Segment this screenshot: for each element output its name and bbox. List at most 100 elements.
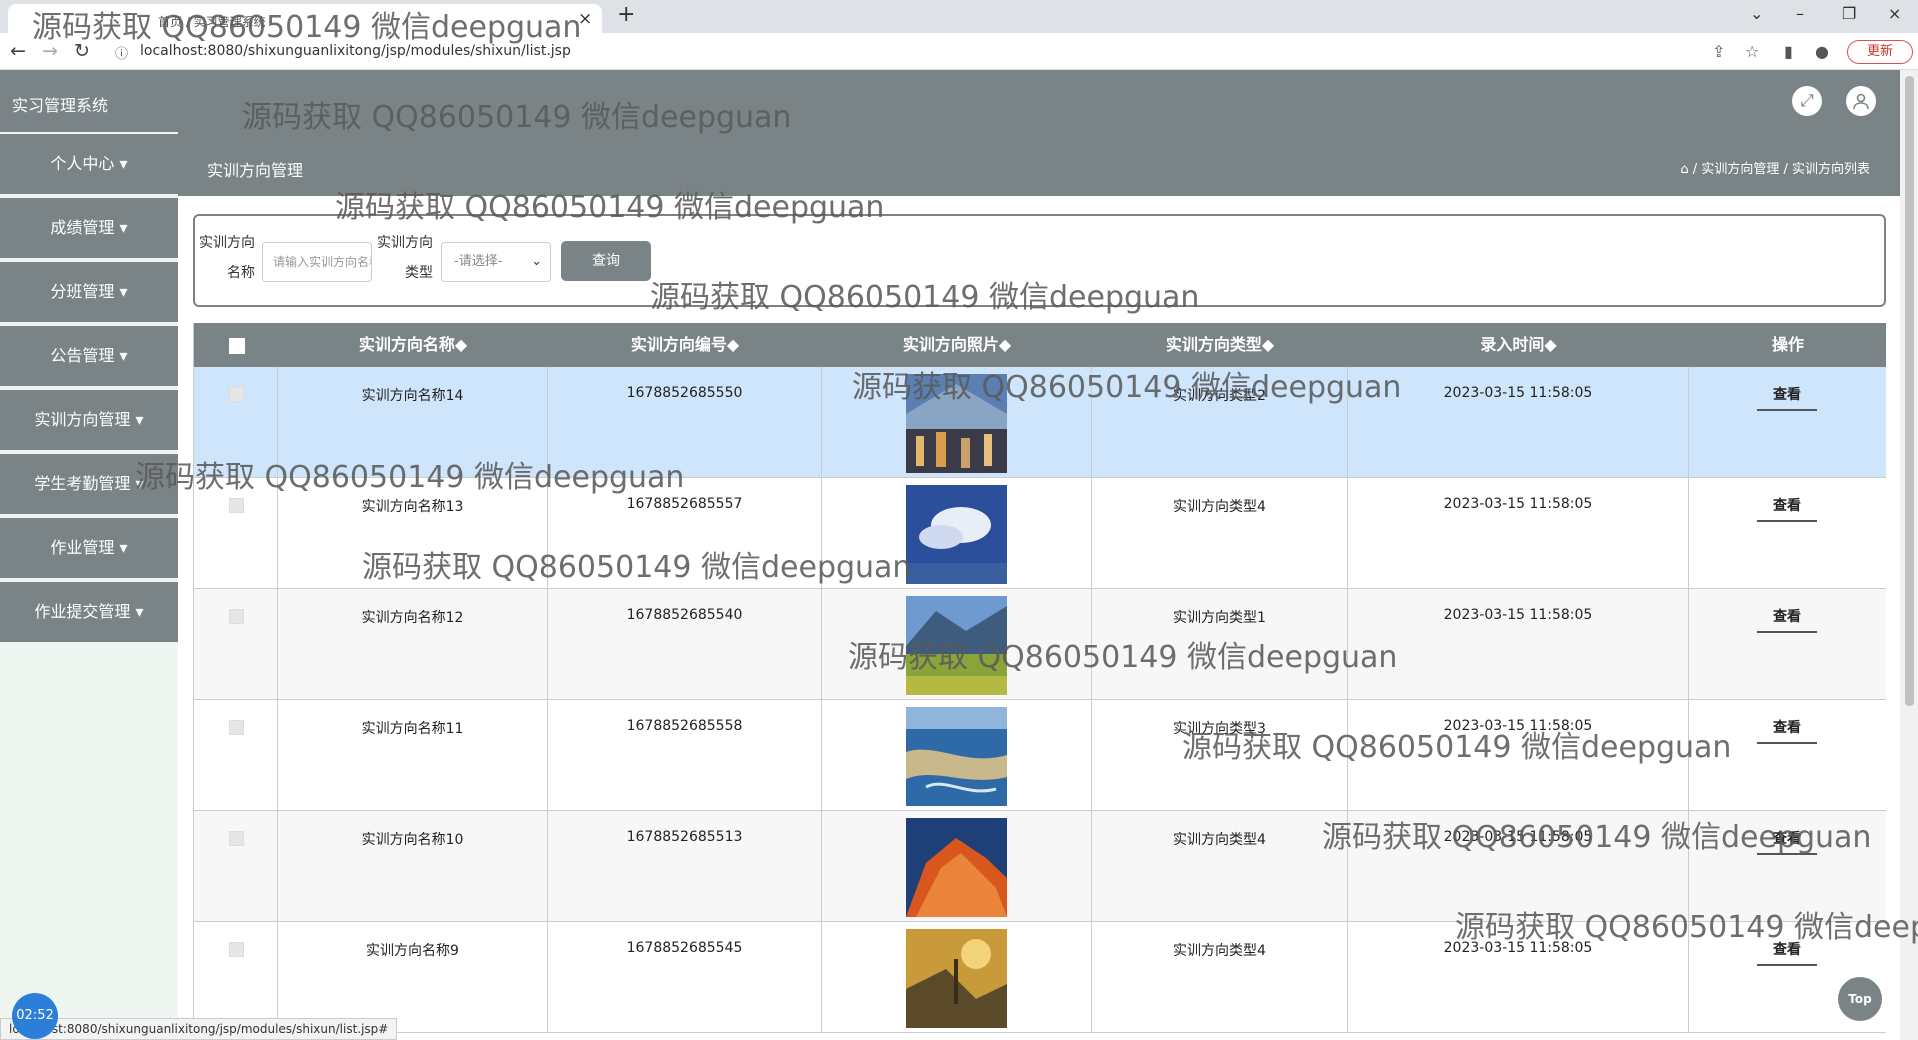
breadcrumb-item: 实训方向列表 [1791, 162, 1870, 177]
direction-name: 实训方向名称11 [361, 721, 464, 737]
view-button[interactable]: 查看 [1757, 494, 1817, 522]
entry-time: 2023-03-15 11:58:05 [1443, 718, 1593, 734]
forward-icon[interactable]: → [42, 40, 58, 62]
type-label: 实训方向 类型 [377, 235, 433, 281]
sidepanel-icon[interactable]: ▮ [1784, 42, 1793, 61]
window-close-icon[interactable]: × [1888, 4, 1901, 23]
name-label: 实训方向 名称 [199, 235, 255, 281]
back-to-top-button[interactable]: Top [1838, 977, 1882, 1021]
sidebar-item-grades[interactable]: 成绩管理 ▾ [0, 198, 178, 258]
fullscreen-icon[interactable]: ⤢ [1792, 86, 1822, 116]
new-tab-icon[interactable]: + [617, 2, 635, 27]
search-panel: 实训方向 名称 请输入实训方向名称 实训方向 类型 -请选择- ⌄ 查询 [193, 214, 1886, 307]
direction-code: 1678852685550 [626, 385, 743, 401]
view-button[interactable]: 查看 [1757, 383, 1817, 411]
row-checkbox[interactable] [229, 942, 244, 957]
direction-type: 实训方向类型4 [1173, 832, 1266, 848]
entry-time: 2023-03-15 11:58:05 [1443, 607, 1593, 623]
chevron-down-icon: ⌄ [531, 254, 542, 269]
table-row[interactable]: 实训方向名称12 1678852685540 实训方向类型1 2023-03-1… [194, 589, 1886, 700]
user-avatar-icon[interactable] [1846, 86, 1876, 116]
direction-code: 1678852685513 [626, 829, 743, 845]
direction-name: 实训方向名称9 [366, 943, 459, 959]
direction-name: 实训方向名称12 [361, 610, 464, 626]
table-row[interactable]: 实训方向名称11 1678852685558 实训方向类型3 2023-03-1… [194, 700, 1886, 811]
column-header[interactable]: 实训方向名称◆ [278, 323, 548, 367]
sidebar-item-homework-submission[interactable]: 作业提交管理 ▾ [0, 582, 178, 642]
row-checkbox[interactable] [229, 387, 244, 402]
page-header: 实训方向管理 ⌂ / 实训方向管理 / 实训方向列表 [178, 132, 1900, 196]
restore-icon[interactable]: ❐ [1842, 4, 1856, 23]
column-header[interactable]: 实训方向照片◆ [822, 323, 1092, 367]
direction-type: 实训方向类型3 [1173, 721, 1266, 737]
direction-code: 1678852685545 [626, 940, 743, 956]
direction-photo [906, 596, 1007, 695]
direction-photo [906, 818, 1007, 917]
row-checkbox[interactable] [229, 609, 244, 624]
column-header[interactable]: 录入时间◆ [1348, 323, 1689, 367]
direction-code: 1678852685540 [626, 607, 743, 623]
tab-title: 首页 / 实习管理系统 [158, 15, 266, 29]
table-row[interactable]: 实训方向名称9 1678852685545 实训方向类型4 2023-03-15… [194, 922, 1886, 1033]
sidebar-item-homework[interactable]: 作业管理 ▾ [0, 518, 178, 578]
scrollbar-thumb[interactable] [1905, 76, 1914, 706]
direction-name: 实训方向名称10 [361, 832, 464, 848]
tab-close-icon[interactable]: × [578, 9, 592, 29]
url-field[interactable]: localhost:8080/shixunguanlixitong/jsp/mo… [140, 43, 571, 59]
breadcrumb-item[interactable]: 实训方向管理 [1701, 162, 1779, 177]
view-button[interactable]: 查看 [1757, 827, 1817, 855]
direction-code: 1678852685558 [626, 718, 743, 734]
view-button[interactable]: 查看 [1757, 938, 1817, 966]
sidebar-item-attendance[interactable]: 学生考勤管理 ▾ [0, 454, 178, 514]
table-row[interactable]: 实训方向名称14 1678852685550 实训方向类型2 2023-03-1… [194, 367, 1886, 478]
entry-time: 2023-03-15 11:58:05 [1443, 940, 1593, 956]
browser-tab[interactable]: 首页 / 实习管理系统 × [8, 4, 602, 33]
sidebar-item-classes[interactable]: 分班管理 ▾ [0, 262, 178, 322]
minimize-icon[interactable]: – [1796, 4, 1804, 23]
table-row[interactable]: 实训方向名称10 1678852685513 实训方向类型4 2023-03-1… [194, 811, 1886, 922]
view-button[interactable]: 查看 [1757, 716, 1817, 744]
column-header[interactable]: 实训方向编号◆ [548, 323, 822, 367]
direction-type: 实训方向类型4 [1173, 499, 1266, 515]
direction-photo [906, 707, 1007, 806]
home-icon[interactable]: ⌂ [1680, 162, 1688, 177]
entry-time: 2023-03-15 11:58:05 [1443, 385, 1593, 401]
direction-code: 1678852685557 [626, 496, 743, 512]
row-checkbox[interactable] [229, 720, 244, 735]
share-icon[interactable]: ⇪ [1712, 42, 1725, 61]
row-checkbox[interactable] [229, 498, 244, 513]
tab-search-icon[interactable]: ⌄ [1750, 4, 1763, 23]
browser-tab-bar: 首页 / 实习管理系统 × + ⌄ – ❐ × [0, 0, 1918, 33]
reload-icon[interactable]: ↻ [74, 40, 90, 62]
sidebar-item-announcements[interactable]: 公告管理 ▾ [0, 326, 178, 386]
select-all-checkbox[interactable] [229, 338, 245, 354]
sidebar-item-training-directions[interactable]: 实训方向管理 ▾ [0, 390, 178, 450]
search-button[interactable]: 查询 [561, 241, 651, 281]
address-bar: ← → ↻ ⓘ localhost:8080/shixunguanlixiton… [0, 33, 1918, 70]
recording-timer: 02:52 [12, 993, 58, 1039]
table-row[interactable]: 实训方向名称13 1678852685557 实训方向类型4 2023-03-1… [194, 478, 1886, 589]
row-checkbox[interactable] [229, 831, 244, 846]
direction-photo [906, 485, 1007, 584]
column-header: 操作 [1771, 335, 1804, 354]
column-header[interactable]: 实训方向类型◆ [1092, 323, 1348, 367]
bookmark-star-icon[interactable]: ☆ [1745, 42, 1759, 61]
update-button[interactable]: 更新 [1847, 40, 1913, 64]
vertical-scrollbar[interactable] [1900, 70, 1918, 1040]
direction-photo [906, 929, 1007, 1028]
direction-type: 实训方向类型4 [1173, 943, 1266, 959]
view-button[interactable]: 查看 [1757, 605, 1817, 633]
app-header: 实习管理系统 ⤢ [0, 70, 1900, 132]
name-search-input[interactable]: 请输入实训方向名称 [262, 242, 372, 282]
status-url: localhost:8080/shixunguanlixitong/jsp/mo… [0, 1018, 398, 1040]
type-select[interactable]: -请选择- ⌄ [441, 242, 551, 282]
direction-name: 实训方向名称13 [361, 499, 464, 515]
site-info-icon[interactable]: ⓘ [115, 43, 128, 62]
direction-type: 实训方向类型2 [1173, 388, 1266, 404]
app-title: 实习管理系统 [12, 96, 109, 115]
direction-name: 实训方向名称14 [361, 388, 464, 404]
back-icon[interactable]: ← [10, 40, 26, 62]
profile-icon[interactable]: ● [1815, 42, 1829, 61]
sidebar-item-personal-center[interactable]: 个人中心 ▾ [0, 134, 178, 194]
sidebar: 个人中心 ▾ 成绩管理 ▾ 分班管理 ▾ 公告管理 ▾ 实训方向管理 ▾ 学生考… [0, 132, 178, 1040]
